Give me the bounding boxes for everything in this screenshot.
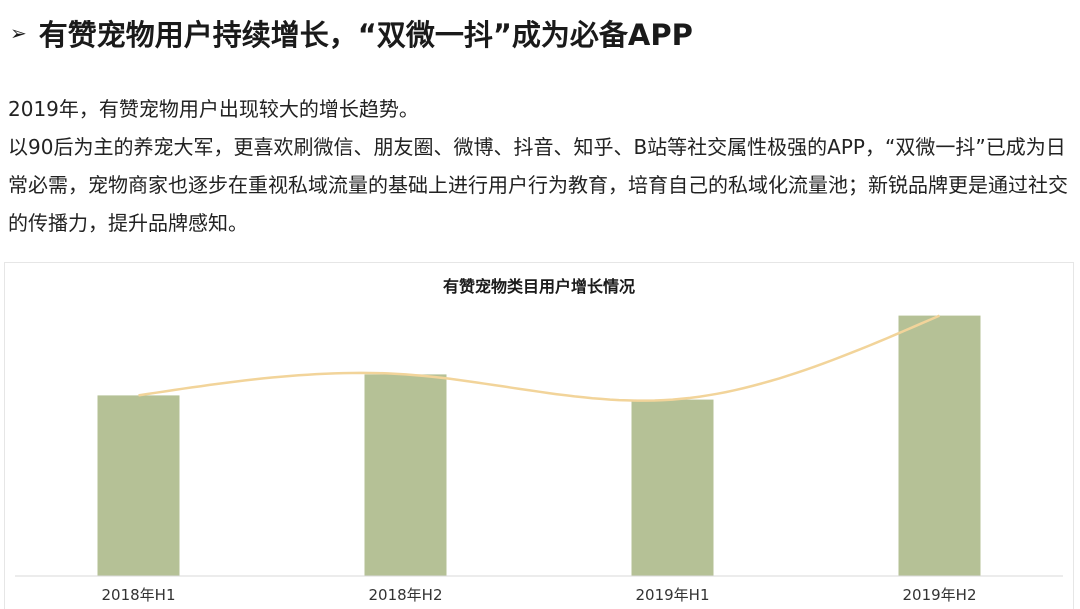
bar-4	[898, 315, 981, 576]
trend-line	[138, 314, 941, 402]
paragraph-2: 以90后为主的养宠大军，更喜欢刷微信、朋友圈、微博、抖音、知乎、B站等社交属性极…	[8, 135, 1068, 235]
bar-3	[631, 399, 714, 576]
x-tick-label: 2019年H1	[636, 586, 710, 604]
page-title: 有赞宠物用户持续增长，“双微一抖”成为必备APP	[38, 18, 693, 52]
arrow-bullet-icon: ➢	[10, 21, 27, 45]
x-tick-label: 2018年H1	[102, 586, 176, 604]
paragraph-1: 2019年，有赞宠物用户出现较大的增长趋势。	[8, 97, 419, 121]
x-tick-label: 2019年H2	[903, 586, 977, 604]
body-text: 2019年，有赞宠物用户出现较大的增长趋势。 以90后为主的养宠大军，更喜欢刷微…	[8, 90, 1074, 242]
bar-chart: 2018年H1 2018年H2 2019年H1 2019年H2	[15, 314, 1063, 604]
bar-1	[97, 395, 180, 576]
chart-container: 有赞宠物类目用户增长情况 2018年H1 2018年H2 2019年H1 2019年H…	[4, 262, 1074, 609]
x-tick-label: 2018年H2	[369, 586, 443, 604]
bar-2	[364, 374, 447, 576]
section-heading: ➢ 有赞宠物用户持续增长，“双微一抖”成为必备APP	[10, 12, 693, 54]
